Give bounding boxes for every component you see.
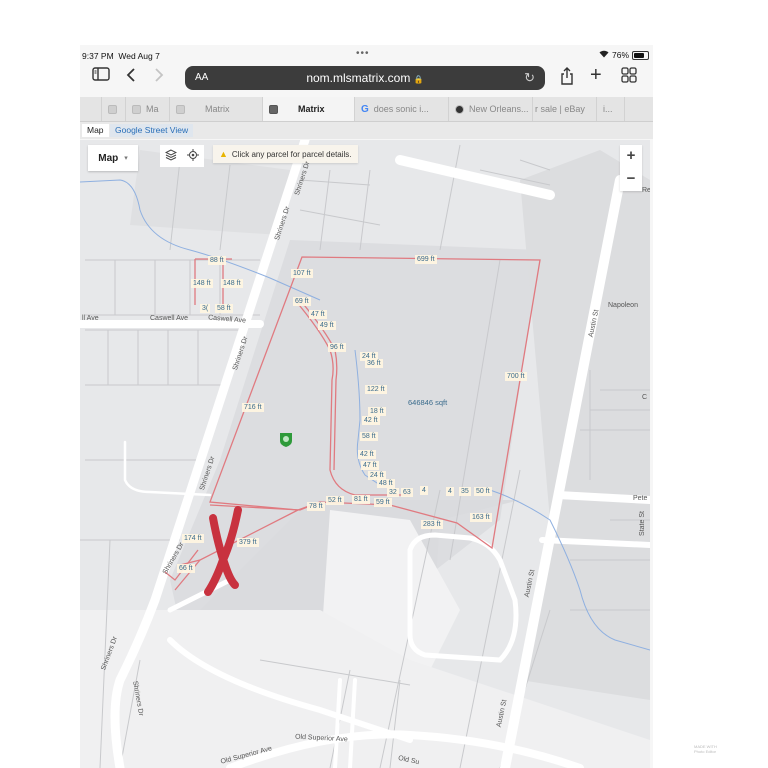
zoom-in-button[interactable]: + — [620, 145, 642, 168]
dimension-label: 4 — [420, 486, 428, 495]
dimension-label: 699 ft — [415, 255, 437, 264]
nola-favicon-icon — [455, 104, 464, 114]
tab-ebay[interactable]: r sale | eBay — [533, 97, 597, 121]
dimension-label: 69 ft — [293, 297, 311, 306]
chevron-down-icon: ▾ — [124, 155, 128, 162]
dimension-label: 96 ft — [328, 343, 346, 352]
google-favicon-icon: G — [361, 103, 369, 115]
dimension-label: 63 — [401, 488, 413, 497]
browser-toolbar: AA nom.mlsmatrix.com 🔒 ↻ + — [80, 63, 653, 95]
status-time: 9:37 PM Wed Aug 7 — [82, 51, 160, 61]
close-tab-icon[interactable] — [269, 104, 278, 114]
map-type-dropdown[interactable]: Map ▾ — [88, 145, 138, 171]
tab-matrix-2[interactable]: Ma — [126, 97, 170, 121]
wifi-icon — [599, 50, 609, 60]
dimension-label: 50 ft — [474, 487, 492, 496]
dimension-label: 35 — [459, 487, 471, 496]
dimension-label: 47 ft — [361, 461, 379, 470]
dimension-label: 174 ft — [182, 534, 204, 543]
dimension-label: 42 ft — [358, 450, 376, 459]
locate-icon[interactable] — [187, 148, 199, 164]
dimension-label: 48 ft — [377, 479, 395, 488]
lock-icon: 🔒 — [413, 75, 424, 84]
street-label: Pete — [633, 495, 648, 502]
tab-google-search[interactable]: Gdoes sonic i... — [355, 97, 449, 121]
street-label: ll Ave — [82, 315, 99, 322]
ipad-screen: 9:37 PM Wed Aug 7 ••• 76% AA nom.mlsmatr… — [80, 45, 653, 768]
dimension-label: 78 ft — [307, 502, 325, 511]
matrix-favicon-icon — [108, 104, 117, 114]
dimension-label: 716 ft — [242, 403, 264, 412]
chevron-right-icon[interactable] — [154, 67, 164, 88]
chevron-left-icon[interactable] — [126, 67, 136, 88]
dimension-label: 42 ft — [362, 416, 380, 425]
tab-blank[interactable] — [80, 97, 102, 121]
dimension-label: 66 ft — [177, 564, 195, 573]
street-label: State St — [638, 511, 646, 536]
dimension-label: 49 ft — [318, 321, 336, 330]
browser-tab-bar: Ma Matrix Matrix Gdoes sonic i... New Or… — [80, 97, 653, 122]
parcel-map[interactable]: Map ▾ ▲ Click any parcel for parcel detail… — [80, 140, 650, 768]
street-label: Re — [642, 187, 650, 194]
street-label: Napoleon — [608, 302, 638, 309]
battery-percent: 76% — [611, 50, 629, 60]
tab-new-orleans[interactable]: New Orleans... — [449, 97, 533, 121]
dimension-label: 3( — [200, 304, 211, 313]
dimension-label: 36 ft — [365, 359, 383, 368]
dimension-label: 283 ft — [421, 520, 443, 529]
plus-icon[interactable]: + — [590, 64, 602, 87]
dimension-label: 4 — [446, 487, 454, 496]
photo-editor-watermark: MADE WITH Photo Editor — [694, 744, 717, 754]
dimension-label: 58 ft — [215, 304, 233, 313]
sidebar-icon[interactable] — [92, 67, 110, 86]
dimension-label: 122 ft — [365, 385, 387, 394]
multitasking-dots[interactable]: ••• — [356, 48, 370, 59]
dimension-label: 107 ft — [291, 269, 313, 278]
matrix-favicon-icon — [176, 104, 185, 114]
layers-icon[interactable] — [164, 148, 178, 164]
dimension-label: 148 ft — [221, 279, 243, 288]
street-label: Caswell Ave — [150, 315, 189, 322]
tab-more[interactable]: i... — [597, 97, 625, 121]
dimension-label: 32 — [387, 488, 399, 497]
park-icon[interactable] — [279, 432, 293, 448]
dimension-label: 163 ft — [470, 513, 492, 522]
url-text[interactable]: nom.mlsmatrix.com — [306, 71, 410, 85]
dimension-label: 379 ft — [237, 538, 259, 547]
dimension-label: 52 ft — [326, 496, 344, 505]
parcel-area: 646846 sqft — [408, 398, 448, 407]
share-icon[interactable] — [560, 67, 574, 90]
map-view-tabs: Map Google Street View — [80, 122, 653, 139]
dimension-label: 700 ft — [505, 372, 527, 381]
tab-matrix-active[interactable]: Matrix — [263, 97, 355, 121]
battery-icon — [632, 50, 649, 60]
zoom-control: + − — [620, 145, 642, 191]
matrix-favicon-icon — [132, 104, 141, 114]
status-bar: 9:37 PM Wed Aug 7 ••• 76% — [80, 45, 653, 63]
map-tools — [160, 145, 204, 167]
url-bar[interactable]: AA nom.mlsmatrix.com 🔒 ↻ — [185, 66, 545, 90]
street-label: C — [642, 394, 648, 401]
dimension-label: 148 ft — [191, 279, 213, 288]
dimension-label: 59 ft — [374, 498, 392, 507]
grid-icon[interactable] — [621, 67, 637, 88]
reload-icon[interactable]: ↻ — [524, 70, 535, 86]
dimension-label: 58 ft — [360, 432, 378, 441]
tab-map[interactable]: Map — [82, 124, 109, 137]
dimension-label: 88 ft — [208, 256, 226, 265]
dimension-label: 18 ft — [368, 407, 386, 416]
zoom-out-button[interactable]: − — [620, 168, 642, 191]
dimension-label: 47 ft — [309, 310, 327, 319]
parcel-notice: ▲ Click any parcel for parcel details. — [213, 145, 358, 163]
tab-matrix-1[interactable] — [102, 97, 126, 121]
dimension-label: 81 ft — [352, 495, 370, 504]
tab-matrix-3[interactable]: Matrix — [170, 97, 263, 121]
warning-icon: ▲ — [219, 149, 228, 159]
tab-google-street-view[interactable]: Google Street View — [110, 124, 194, 137]
